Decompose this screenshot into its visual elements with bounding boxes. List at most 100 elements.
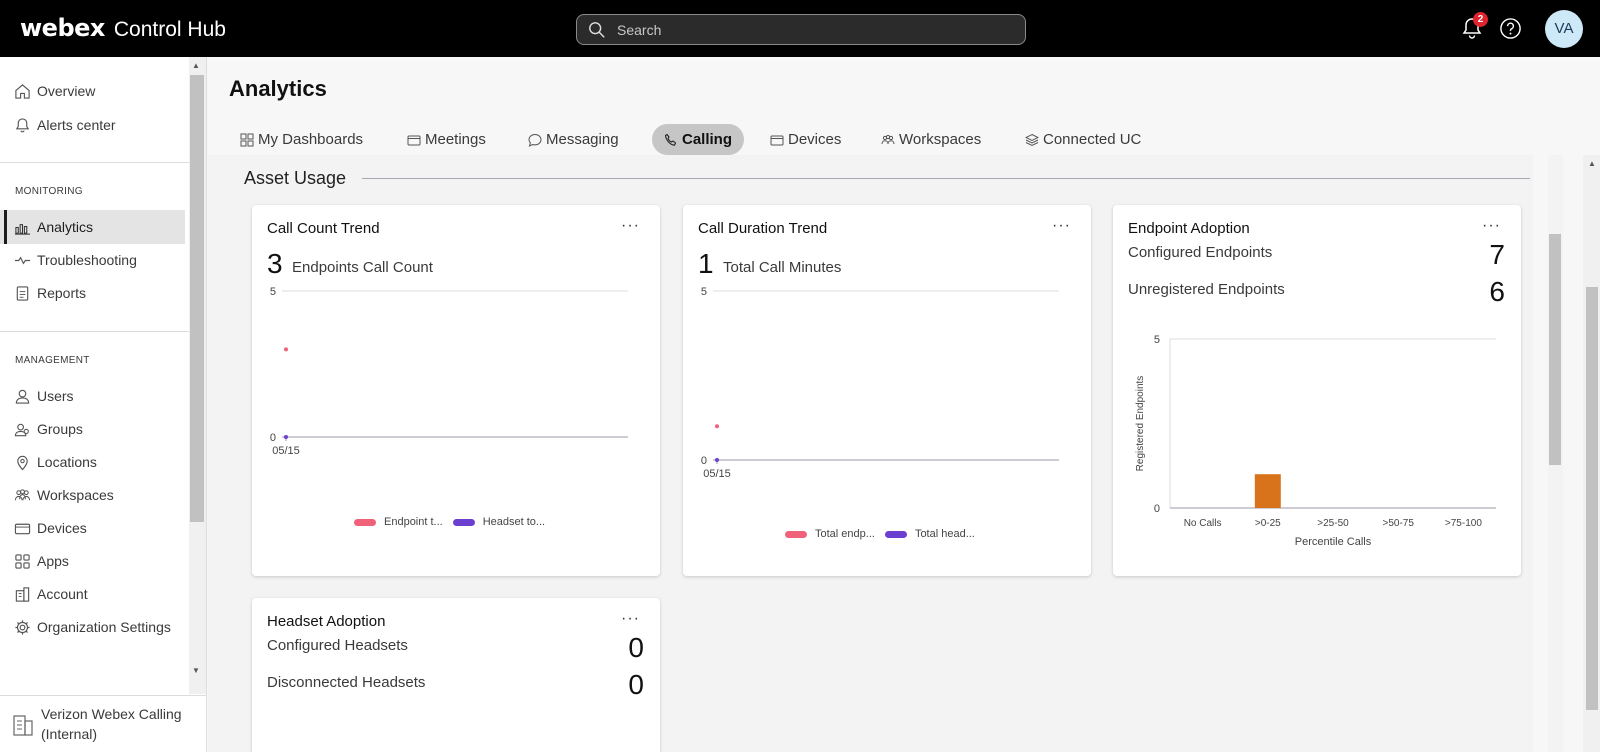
legend-label: Total endp... [815,528,875,540]
x-tick-label: >0-25 [1255,518,1281,529]
brand[interactable]: webex Control Hub [20,14,226,42]
legend-item[interactable]: Total head... [884,528,975,540]
webex-logo: webex [20,14,105,42]
page-title: Analytics [229,76,327,101]
tab-label: Workspaces [899,131,982,148]
sidebar-item-overview[interactable]: Overview [0,74,185,108]
x-tick-label: >25-50 [1317,518,1349,529]
tab-meetings[interactable]: Meetings [395,124,498,155]
disconnected-headsets-value: 0 [628,669,644,700]
sidebar-item-label: Apps [37,553,69,569]
scroll-up-arrow-icon[interactable]: ▲ [192,61,200,70]
endpoints-call-count-label: Endpoints Call Count [292,259,433,276]
devices-icon [770,135,784,145]
sidebar-item-troubleshooting[interactable]: Troubleshooting [0,243,185,277]
home-icon [15,83,30,99]
sidebar-divider [0,331,190,332]
tab-label: Meetings [425,131,486,148]
y-axis-title: Registered Endpoints [1135,376,1146,472]
building-icon [13,715,33,736]
workspaces-icon [14,488,31,500]
card-menu-button[interactable]: ··· [1482,217,1501,235]
tab-connected-uc[interactable]: Connected UC [1013,124,1153,155]
analytics-icon [14,223,31,235]
management-heading: MANAGEMENT [15,355,90,366]
sidebar-item-devices[interactable]: Devices [0,511,185,545]
x-tick-label: >75-100 [1445,518,1482,529]
sidebar-item-alerts-center[interactable]: Alerts center [0,108,185,142]
sidebar-item-analytics[interactable]: Analytics [0,210,185,244]
sidebar: Overview Alerts center MONITORING Analyt… [0,57,207,752]
sidebar-item-label: Users [37,388,74,404]
section-divider [362,178,1530,179]
tab-messaging[interactable]: Messaging [516,124,631,155]
configured-headsets-label: Configured Headsets [267,637,408,654]
legend-swatch [452,518,475,526]
sidebar-item-label: Alerts center [37,117,116,133]
call-count-chart: 0 5 05/15 [270,286,628,457]
card-title: Call Count Trend [267,220,380,237]
total-call-minutes-label: Total Call Minutes [723,259,842,276]
card-menu-button[interactable]: ··· [621,217,640,235]
card-menu-button[interactable]: ··· [621,610,640,628]
card-menu-button[interactable]: ··· [1052,217,1071,235]
sidebar-item-account[interactable]: Account [0,577,185,611]
page-scroll-up-arrow-icon[interactable]: ▲ [1588,159,1596,168]
sidebar-item-label: Workspaces [37,487,114,503]
sidebar-scrollbar-thumb[interactable] [190,75,204,522]
scroll-down-arrow-icon[interactable]: ▼ [192,666,200,675]
organization-switcher[interactable]: Verizon Webex Calling (Internal) [0,695,206,752]
data-point-primary [284,347,288,352]
tab-workspaces[interactable]: Workspaces [869,124,993,155]
message-icon [528,133,542,147]
search-input[interactable] [617,15,1017,44]
tab-devices[interactable]: Devices [758,124,853,155]
call-count-trend-card: Call Count Trend ··· 3 Endpoints Call Co… [252,205,660,576]
configured-headsets-value: 0 [628,632,644,663]
help-icon[interactable] [1499,17,1522,40]
sidebar-item-label: Analytics [37,219,94,235]
workspaces-icon [881,134,895,144]
tab-label: Devices [788,131,842,148]
monitoring-heading: MONITORING [15,186,83,197]
location-icon [17,455,28,470]
sidebar-item-reports[interactable]: Reports [0,276,185,310]
legend-item[interactable]: Total endp... [785,528,875,540]
sidebar-item-locations[interactable]: Locations [0,445,185,479]
section-title: Asset Usage [244,168,347,188]
page-scrollbar-thumb[interactable] [1586,287,1598,710]
card-title: Call Duration Trend [698,220,828,237]
search-icon [589,22,605,38]
content-scrollbar-thumb[interactable] [1549,234,1561,465]
sidebar-item-workspaces[interactable]: Workspaces [0,478,185,512]
search-box[interactable] [576,14,1026,45]
top-bar: webex Control Hub 2 VA [0,0,1600,57]
bar [1254,474,1281,508]
tab-calling[interactable]: Calling [652,124,745,155]
y-tick-label: 0 [701,455,707,467]
y-tick-label: 5 [701,286,707,298]
group-icon [14,423,29,436]
y-tick-label: 0 [1154,503,1160,515]
headset-adoption-card: Headset Adoption ··· Configured Headsets… [252,598,660,752]
user-avatar[interactable]: VA [1545,10,1583,48]
unregistered-endpoints-value: 6 [1489,276,1505,307]
y-tick-label: 5 [270,286,276,298]
devices-icon [14,523,31,534]
legend-label: Total head... [914,528,975,540]
tab-my-dashboards[interactable]: My Dashboards [228,124,375,155]
sidebar-item-groups[interactable]: Groups [0,412,185,446]
y-tick-label: 0 [270,432,276,444]
apps-icon [15,553,30,569]
dashboard-icon [240,133,254,146]
chart-legend: Total endp... Total head... [785,528,985,540]
user-icon [15,389,30,404]
sidebar-item-apps[interactable]: Apps [0,544,185,578]
legend-item[interactable]: Endpoint t... [354,516,443,528]
sidebar-item-users[interactable]: Users [0,379,185,413]
sidebar-item-label: Groups [37,421,83,437]
sidebar-item-organization-settings[interactable]: Organization Settings [0,610,185,644]
data-point-primary [715,424,719,429]
legend-item[interactable]: Headset to... [452,516,545,528]
sidebar-item-label: Account [37,586,88,602]
